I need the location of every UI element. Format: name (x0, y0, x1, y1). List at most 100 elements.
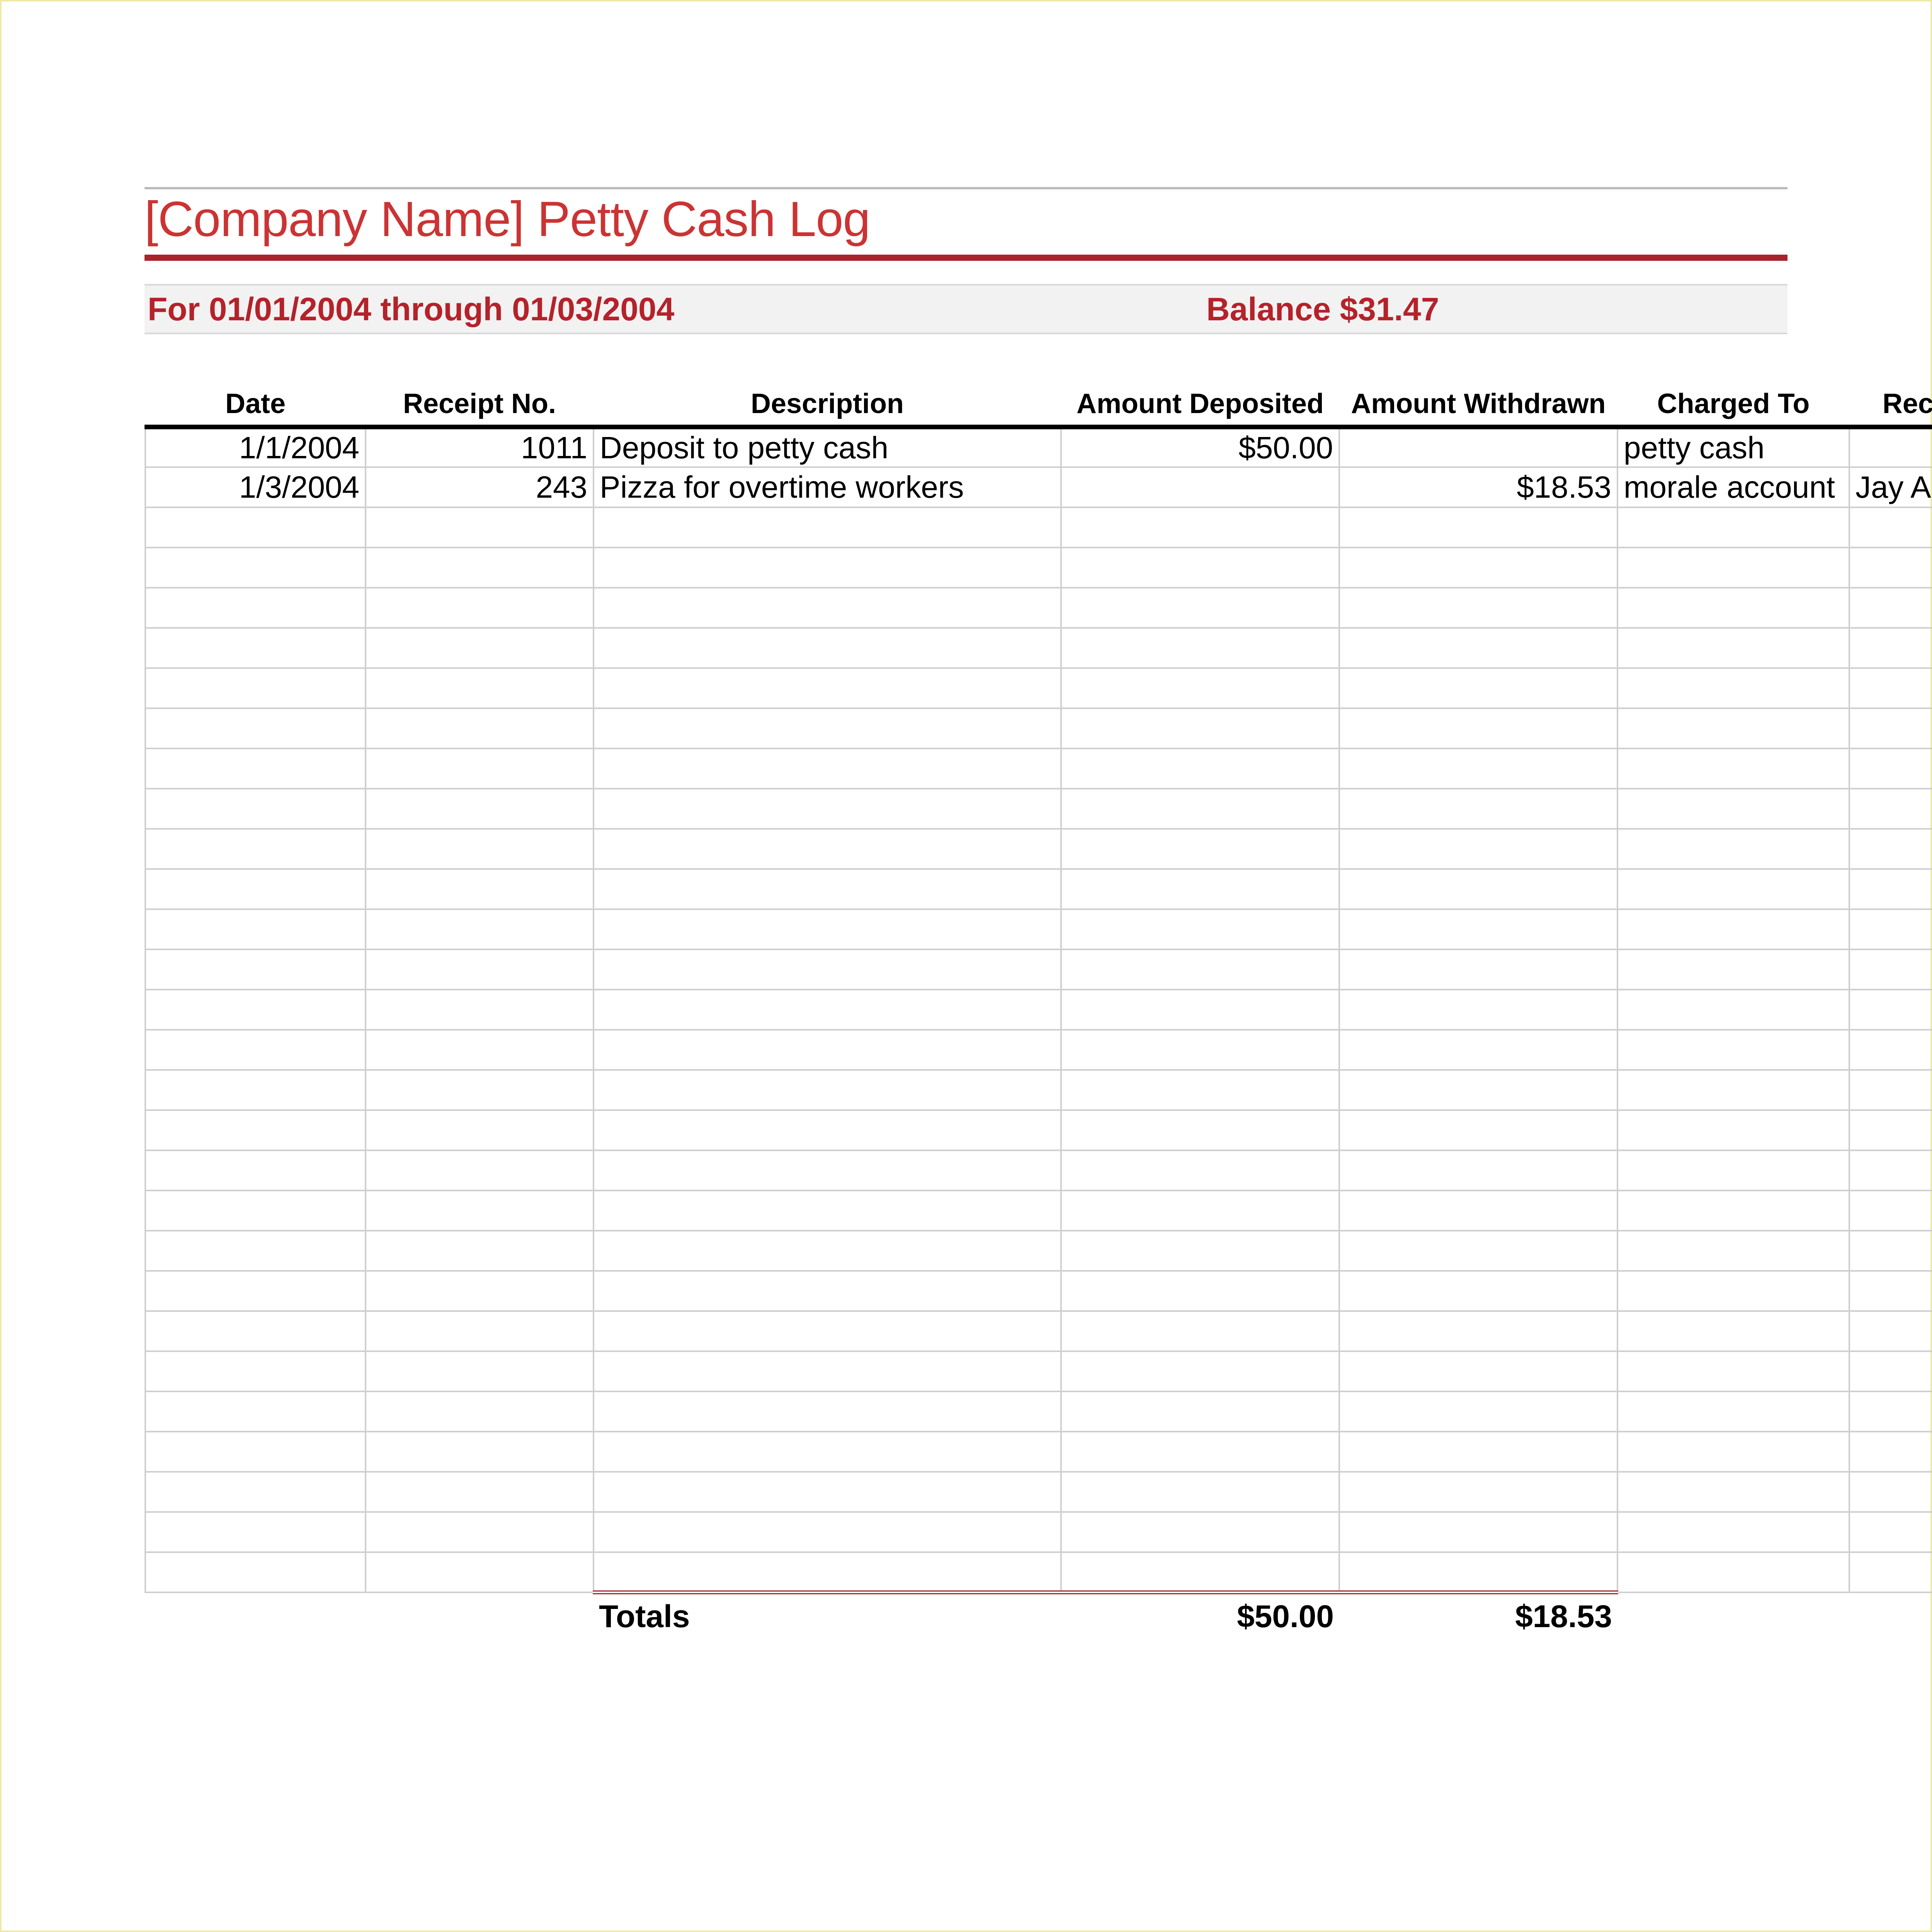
cell[interactable] (1061, 507, 1339, 548)
cell[interactable] (1339, 990, 1617, 1030)
cell[interactable] (594, 748, 1061, 789)
cell[interactable] (594, 507, 1061, 548)
cell[interactable] (1617, 990, 1849, 1030)
cell[interactable] (1061, 1110, 1339, 1150)
cell[interactable] (1339, 1432, 1617, 1472)
cell[interactable] (366, 1190, 594, 1231)
cell[interactable] (366, 1070, 594, 1110)
cell[interactable] (145, 1110, 366, 1150)
cell[interactable] (594, 548, 1061, 588)
cell[interactable]: 1/3/2004 (145, 467, 366, 507)
cell[interactable] (1339, 1110, 1617, 1150)
cell[interactable] (1617, 668, 1849, 708)
cell[interactable] (366, 909, 594, 949)
cell[interactable] (1339, 668, 1617, 708)
cell[interactable] (1061, 1472, 1339, 1512)
cell[interactable] (1617, 869, 1849, 909)
cell[interactable] (1617, 708, 1849, 748)
cell[interactable] (1849, 869, 1932, 909)
cell[interactable] (366, 789, 594, 829)
cell[interactable] (1061, 1552, 1339, 1592)
cell[interactable] (1849, 1271, 1932, 1311)
cell[interactable]: petty cash (1617, 427, 1849, 467)
cell[interactable] (1849, 1311, 1932, 1351)
cell[interactable] (1849, 427, 1932, 467)
cell[interactable] (366, 1110, 594, 1150)
cell[interactable] (1849, 708, 1932, 748)
cell[interactable] (1849, 1231, 1932, 1271)
cell[interactable] (1061, 1351, 1339, 1391)
cell[interactable] (1339, 1150, 1617, 1190)
cell[interactable] (594, 668, 1061, 708)
cell[interactable] (1617, 1472, 1849, 1512)
cell[interactable] (1849, 628, 1932, 668)
cell[interactable] (594, 628, 1061, 668)
cell[interactable] (1617, 789, 1849, 829)
cell[interactable] (366, 628, 594, 668)
cell[interactable] (145, 949, 366, 990)
cell[interactable] (1849, 668, 1932, 708)
cell[interactable] (1339, 789, 1617, 829)
cell[interactable] (1617, 1432, 1849, 1472)
cell[interactable] (1339, 1351, 1617, 1391)
cell[interactable] (145, 1391, 366, 1432)
cell[interactable] (1849, 1432, 1932, 1472)
cell[interactable] (1617, 1351, 1849, 1391)
cell[interactable] (594, 1110, 1061, 1150)
cell[interactable] (366, 1030, 594, 1070)
cell[interactable] (1617, 829, 1849, 869)
cell[interactable] (145, 909, 366, 949)
cell[interactable]: morale account (1617, 467, 1849, 507)
cell[interactable] (366, 1351, 594, 1391)
cell[interactable] (1339, 507, 1617, 548)
cell[interactable] (145, 1190, 366, 1231)
cell[interactable] (145, 1512, 366, 1552)
cell[interactable] (366, 949, 594, 990)
cell[interactable] (366, 548, 594, 588)
cell[interactable] (366, 708, 594, 748)
cell[interactable] (145, 1150, 366, 1190)
cell[interactable] (1849, 789, 1932, 829)
cell[interactable] (594, 1432, 1061, 1472)
cell[interactable]: Deposit to petty cash (594, 427, 1061, 467)
cell[interactable] (1339, 1552, 1617, 1592)
cell[interactable] (1061, 748, 1339, 789)
cell[interactable] (594, 949, 1061, 990)
cell[interactable] (1339, 708, 1617, 748)
cell[interactable] (1061, 1030, 1339, 1070)
cell[interactable] (1339, 1512, 1617, 1552)
cell[interactable] (1061, 909, 1339, 949)
cell[interactable] (594, 1472, 1061, 1512)
cell[interactable] (1849, 1030, 1932, 1070)
cell[interactable] (1849, 1512, 1932, 1552)
cell[interactable] (145, 628, 366, 668)
cell[interactable] (1061, 949, 1339, 990)
cell[interactable] (145, 789, 366, 829)
cell[interactable] (1339, 628, 1617, 668)
cell[interactable] (145, 588, 366, 628)
cell[interactable] (1617, 1311, 1849, 1351)
cell[interactable] (145, 748, 366, 789)
cell[interactable] (1339, 869, 1617, 909)
cell[interactable] (1849, 949, 1932, 990)
cell[interactable] (1849, 1110, 1932, 1150)
cell[interactable] (366, 1552, 594, 1592)
cell[interactable] (145, 1351, 366, 1391)
cell[interactable] (366, 1472, 594, 1512)
cell[interactable] (1339, 427, 1617, 467)
cell[interactable] (366, 588, 594, 628)
cell[interactable] (1061, 1070, 1339, 1110)
cell[interactable] (145, 507, 366, 548)
cell[interactable] (1339, 829, 1617, 869)
cell[interactable] (594, 909, 1061, 949)
cell[interactable] (145, 708, 366, 748)
cell[interactable] (1617, 588, 1849, 628)
cell[interactable] (594, 990, 1061, 1030)
cell[interactable] (1617, 1110, 1849, 1150)
cell[interactable] (1617, 949, 1849, 990)
cell[interactable] (145, 1271, 366, 1311)
cell[interactable] (366, 829, 594, 869)
cell[interactable] (1061, 1150, 1339, 1190)
cell[interactable] (1617, 748, 1849, 789)
cell[interactable] (1617, 1030, 1849, 1070)
